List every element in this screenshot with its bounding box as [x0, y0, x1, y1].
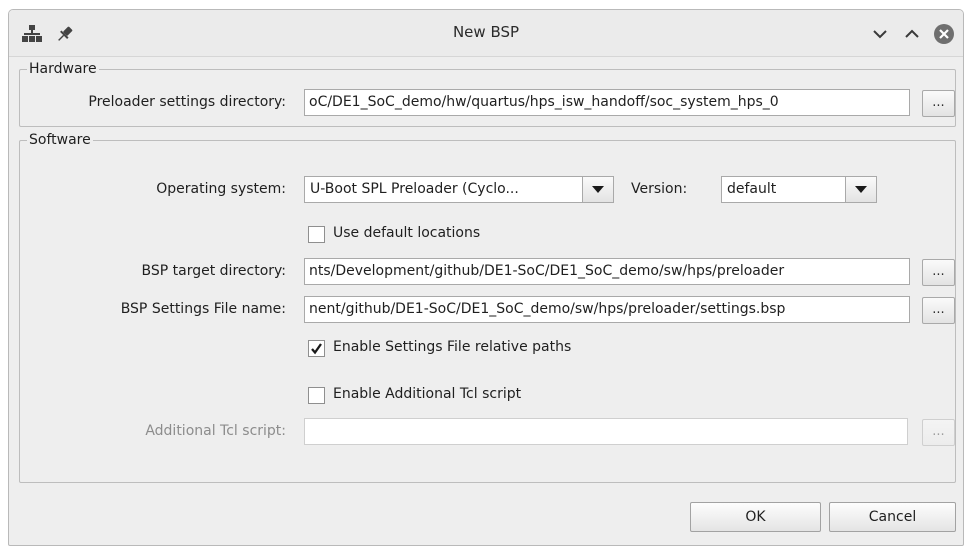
check-mark-icon — [311, 343, 322, 355]
operating-system-value: U-Boot SPL Preloader (Cyclo... — [310, 181, 519, 197]
ok-button[interactable]: OK — [690, 502, 821, 532]
title-bar[interactable]: New BSP — [9, 10, 963, 57]
operating-system-label: Operating system: — [156, 181, 286, 197]
bsp-target-browse-button[interactable]: ... — [922, 259, 955, 286]
chevron-up-icon[interactable] — [901, 23, 923, 45]
bsp-settings-file-label: BSP Settings File name: — [120, 301, 286, 317]
version-label: Version: — [631, 181, 688, 197]
use-default-locations-label[interactable]: Use default locations — [333, 225, 480, 241]
enable-tcl-script-label[interactable]: Enable Additional Tcl script — [333, 386, 521, 402]
cancel-button[interactable]: Cancel — [829, 502, 956, 532]
window-title: New BSP — [452, 23, 520, 41]
tcl-browse-button: ... — [922, 419, 955, 446]
bsp-target-directory-field[interactable]: nts/Development/github/DE1-SoC/DE1_SoC_d… — [304, 258, 910, 285]
preloader-settings-label: Preloader settings directory: — [88, 94, 286, 110]
chevron-down-icon[interactable] — [869, 23, 891, 45]
bsp-target-directory-label: BSP target directory: — [141, 263, 286, 279]
chevron-down-icon[interactable] — [845, 177, 876, 202]
hardware-group: Hardware Preloader settings directory: o… — [19, 60, 956, 127]
preloader-settings-field[interactable]: oC/DE1_SoC_demo/hw/quartus/hps_isw_hando… — [304, 89, 910, 116]
additional-tcl-script-label: Additional Tcl script: — [145, 423, 286, 439]
software-legend: Software — [27, 131, 93, 149]
software-group: Software Operating system: U-Boot SPL Pr… — [19, 131, 956, 483]
use-default-locations-checkbox[interactable] — [308, 226, 325, 243]
hardware-legend: Hardware — [27, 60, 99, 78]
version-dropdown[interactable]: default — [721, 176, 877, 203]
bsp-settings-file-field[interactable]: nent/github/DE1-SoC/DE1_SoC_demo/sw/hps/… — [304, 296, 910, 323]
preloader-browse-button[interactable]: ... — [922, 90, 955, 117]
new-bsp-dialog: New BSP Hardware Preloader settings dire… — [8, 9, 964, 546]
version-value: default — [727, 181, 777, 197]
enable-tcl-script-checkbox[interactable] — [308, 387, 325, 404]
operating-system-dropdown[interactable]: U-Boot SPL Preloader (Cyclo... — [304, 176, 614, 203]
enable-relative-paths-label[interactable]: Enable Settings File relative paths — [333, 339, 571, 355]
additional-tcl-script-field — [304, 418, 908, 445]
enable-relative-paths-checkbox[interactable] — [308, 340, 325, 357]
chevron-down-icon[interactable] — [582, 177, 613, 202]
close-circle-icon[interactable] — [933, 23, 955, 45]
bsp-settings-browse-button[interactable]: ... — [922, 297, 955, 324]
